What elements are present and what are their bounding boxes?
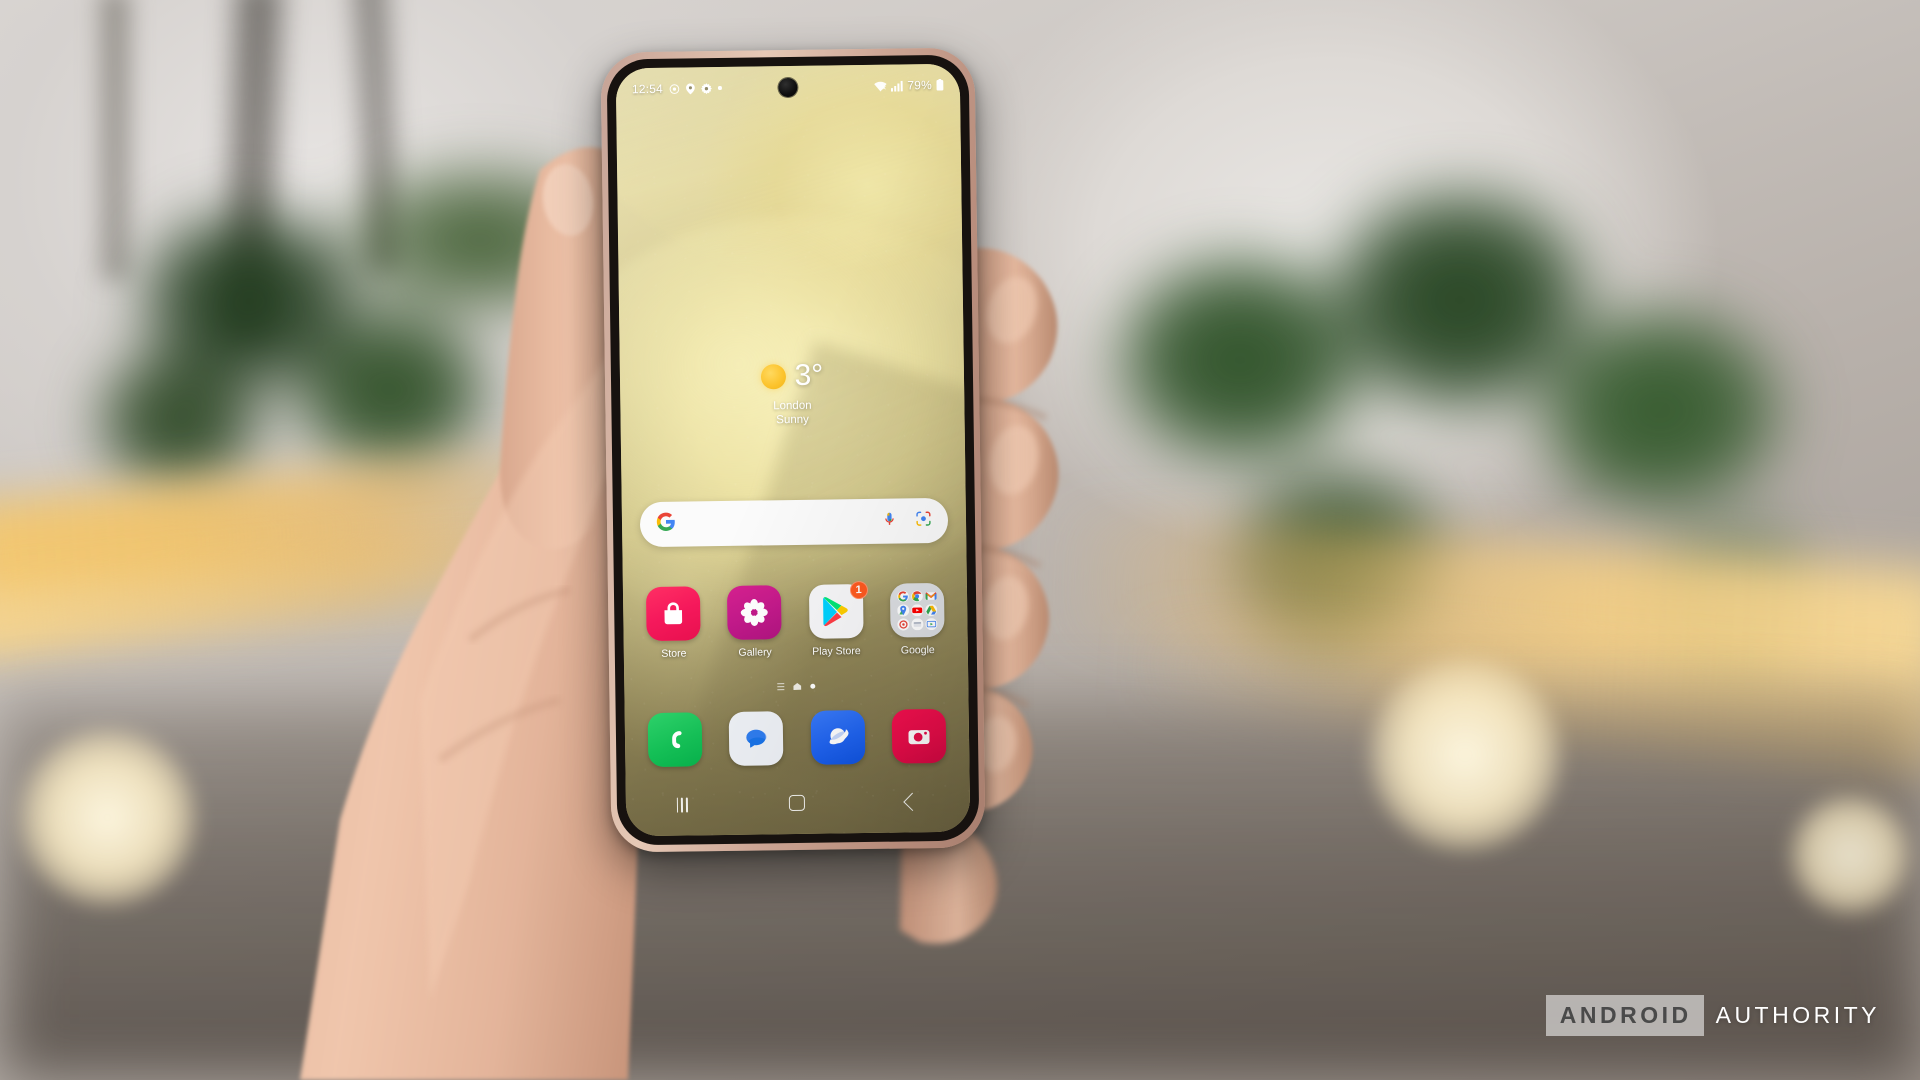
settings-gear-icon [700,82,712,94]
sun-icon [760,363,786,389]
app-label: Store [661,647,687,660]
status-bar-right: 79% [874,78,944,93]
dock-app-camera[interactable] [883,708,956,764]
dock-app-messages[interactable] [720,711,793,766]
navigation-bar[interactable] [626,784,970,823]
google-folder-icon[interactable] [889,582,945,638]
mini-icon-google-one [897,618,910,631]
google-g-icon [656,512,676,537]
recents-button[interactable] [676,797,689,813]
front-camera-punch-hole [778,77,798,98]
search-input[interactable] [676,521,881,524]
battery-percent: 79% [907,78,933,93]
messages-icon[interactable] [728,711,784,766]
app-label: Gallery [738,646,772,659]
mini-icon-youtube [911,604,924,617]
app-store[interactable]: Store [637,586,710,660]
app-google-folder[interactable]: Google [881,582,954,657]
app-label: Google [900,644,935,657]
weather-widget[interactable]: 3° London Sunny [620,359,965,429]
mini-icon-chrome [911,590,923,603]
dock-app-phone[interactable] [639,712,712,768]
target-icon [669,83,680,94]
phone-dialer-icon[interactable] [647,712,703,768]
camera-icon[interactable] [891,708,947,764]
microphone-icon[interactable] [881,510,898,532]
mini-icon-drive [925,604,938,617]
google-lens-icon[interactable] [915,510,932,532]
dock [639,708,956,768]
page-dot[interactable] [810,683,816,689]
google-search-bar[interactable] [639,497,949,548]
watermark-brand: ANDROID [1545,995,1704,1036]
dock-app-internet[interactable] [801,710,874,765]
app-grid-row: Store Gallery 1 Play Store Google [637,580,954,660]
weather-temperature: 3° [794,358,824,392]
battery-icon [936,78,944,91]
phone-screen[interactable]: 12:54 79% 3° London Sunny Store Gallery … [615,63,971,837]
app-play-store[interactable]: 1 Play Store [800,580,873,658]
watermark: ANDROID AUTHORITY [1545,995,1884,1036]
samsung-internet-icon[interactable] [810,710,866,765]
mini-icon-google-tv [925,618,938,631]
mini-icon-google-search [897,590,909,603]
folder-preview-grid [896,589,939,632]
app-gallery[interactable]: Gallery [718,585,791,659]
watermark-suffix: AUTHORITY [1715,1002,1880,1028]
photo-scene: 12:54 79% 3° London Sunny Store Gallery … [0,0,1920,1080]
notification-badge: 1 [849,580,868,600]
mini-icon-gmail [925,590,937,602]
app-label: Play Store [812,645,861,658]
home-button[interactable] [789,794,806,812]
gallery-icon[interactable] [727,585,782,640]
cellular-signal-icon [891,80,904,92]
mini-icon-photos [911,618,924,631]
samsung-galaxy-phone: 12:54 79% 3° London Sunny Store Gallery … [600,47,986,853]
status-clock: 12:54 [631,81,664,97]
app-list-icon[interactable] [777,683,785,691]
home-page-icon[interactable] [793,683,801,690]
status-bar-left: 12:54 [632,81,722,96]
dot-indicator [717,86,722,90]
mini-icon-maps [897,604,910,617]
back-button[interactable] [903,792,922,811]
galaxy-store-icon[interactable] [645,586,701,642]
wifi-icon [874,80,887,91]
location-pin-icon [686,82,695,94]
